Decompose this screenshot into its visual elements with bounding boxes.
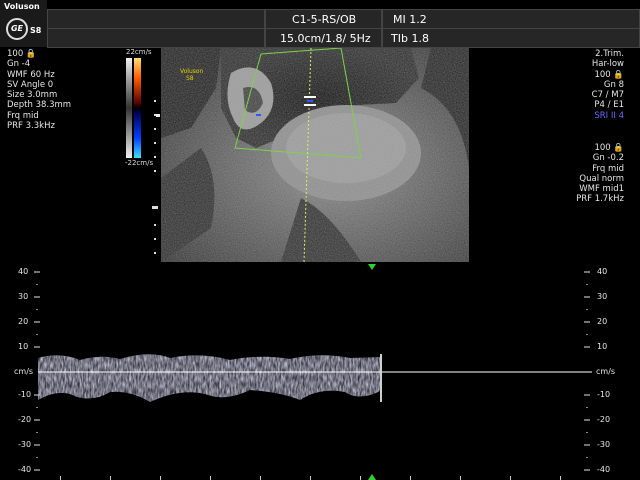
scale-label-left: 40	[18, 267, 29, 276]
doppler-spectrum-panel: 40 30 20 10 cm/s -10 -20 -30 -40 40 30 2…	[0, 262, 640, 480]
param-line: 100 🔒	[594, 143, 624, 153]
scale-label-left: -30	[18, 440, 32, 449]
scale-label-right: -30	[597, 440, 611, 449]
ge-logo-icon: GE	[6, 18, 28, 40]
scale-label-right: -40	[597, 465, 611, 474]
overlay-brand: Voluson	[180, 68, 204, 75]
depth-freq-value: 15.0cm/1.8/ 5Hz	[280, 32, 371, 45]
colorbar-top-label: 22cm/s	[126, 48, 152, 56]
param-line: Depth 38.3mm	[7, 100, 72, 111]
scale-unit-left: cm/s	[14, 367, 34, 376]
logo-box: Voluson GE S8	[0, 0, 47, 47]
scale-label-right: 30	[597, 292, 608, 301]
scale-label-left: 30	[18, 292, 29, 301]
param-line: Qual norm	[579, 173, 624, 184]
image-overlay-label: Voluson S8	[180, 68, 203, 82]
param-line: 100 🔒	[594, 69, 624, 80]
param-line: Frq mid	[7, 110, 39, 121]
scale-label-right: -10	[597, 390, 611, 399]
header-blank-cell-2	[47, 28, 265, 48]
brand-name: Voluson	[4, 2, 40, 11]
param-line: Gn -4	[7, 59, 31, 70]
mi-value: MI 1.2	[393, 13, 427, 26]
tib-cell: TIb 1.8	[382, 28, 640, 48]
probe-label: C1-5-RS/OB	[292, 13, 357, 26]
sri-setting: SRI II 4	[594, 110, 624, 121]
bmode-params-panel: 2.Trim. Har-low 100 🔒 Gn 8 C7 / M7 P4 / …	[592, 49, 624, 121]
scale-unit-right: cm/s	[596, 367, 616, 376]
param-line: C7 / M7	[591, 90, 624, 101]
scale-label-right: 40	[597, 267, 608, 276]
scale-label-left: -10	[18, 390, 32, 399]
bmode-ultrasound-image	[161, 48, 469, 262]
doppler-params-panel: 100 🔒 Gn -4 WMF 60 Hz SV Angle 0 Size 3.…	[7, 49, 71, 131]
colorbar-bottom-label: -22cm/s	[125, 159, 154, 167]
scale-label-left: -20	[18, 415, 32, 424]
param-line: Gn 8	[603, 79, 624, 90]
scale-label-left: 10	[18, 342, 29, 351]
model-name: S8	[30, 26, 42, 35]
param-line: Frq mid	[592, 163, 624, 174]
param-line: WMF 60 Hz	[7, 69, 55, 80]
top-bar: Voluson GE S8 C1-5-RS/OB MI 1.2 15.0cm/1…	[0, 0, 640, 48]
param-line: WMF mid1	[579, 184, 624, 195]
tib-value: TIb 1.8	[391, 32, 429, 45]
spectral-waveform	[34, 264, 592, 480]
scale-label-left: 20	[18, 317, 29, 326]
param-line: P4 / E1	[594, 100, 624, 111]
scale-label-right: -20	[597, 415, 611, 424]
param-line: Har-low	[591, 59, 624, 70]
param-line: SV Angle 0	[7, 79, 54, 90]
param-line: PRF 1.7kHz	[576, 194, 624, 205]
scale-label-right: 20	[597, 317, 608, 326]
color-params-panel: 100 🔒 Gn -0.2 Frq mid Qual norm WMF mid1…	[576, 143, 624, 205]
scale-label-right: 10	[597, 342, 608, 351]
depth-cell: 15.0cm/1.8/ 5Hz	[265, 28, 382, 48]
param-line: PRF 3.3kHz	[7, 121, 55, 132]
param-line: Size 3.0mm	[7, 90, 58, 101]
param-line: Gn -0.2	[592, 153, 624, 164]
overlay-model: S8	[186, 75, 194, 82]
scale-label-left: -40	[18, 465, 32, 474]
param-line: 2.Trim.	[595, 49, 624, 59]
param-line: 100 🔒	[7, 49, 37, 59]
